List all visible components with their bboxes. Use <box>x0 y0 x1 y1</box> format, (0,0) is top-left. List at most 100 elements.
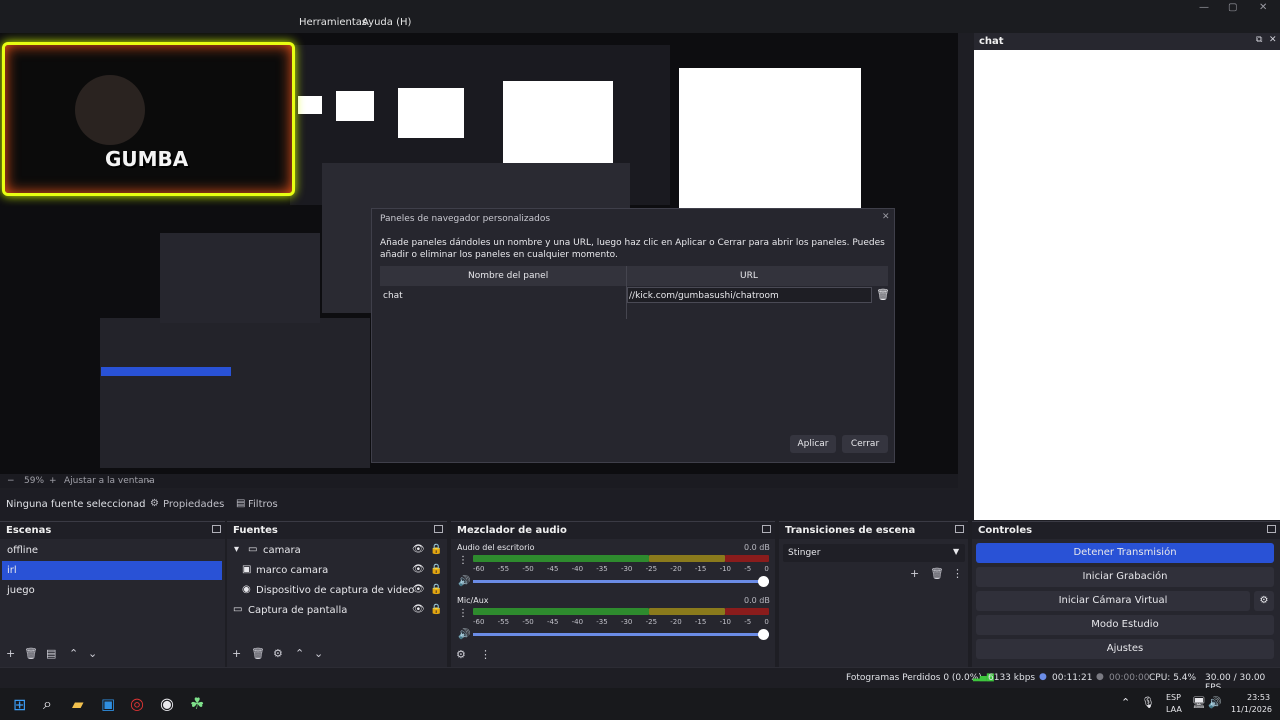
zoom-out-icon[interactable]: − <box>7 476 15 486</box>
display-icon: ▭ <box>233 604 243 615</box>
transition-value: Stinger <box>788 548 821 558</box>
settings-button[interactable]: Ajustes <box>976 639 1274 659</box>
chevron-down-icon[interactable]: ⌄ <box>145 475 153 485</box>
scene-item[interactable]: irl <box>7 565 17 576</box>
eye-icon[interactable]: 👁 <box>412 564 425 575</box>
source-item[interactable]: marco camara <box>256 565 328 576</box>
source-toolbar: Ninguna fuente seleccionad ⚙ Propiedades… <box>0 490 972 520</box>
source-item[interactable]: camara <box>263 545 301 556</box>
filter-icon[interactable]: ▤ <box>236 498 245 509</box>
opera-icon[interactable]: ◎ <box>130 694 144 713</box>
volume-slider-handle[interactable] <box>758 576 769 587</box>
apply-button[interactable]: Aplicar <box>790 435 836 453</box>
filter-icon[interactable]: ▤ <box>46 647 56 660</box>
gear-icon[interactable]: ⚙ <box>273 647 283 660</box>
language-code[interactable]: ESP <box>1166 693 1181 702</box>
lock-icon[interactable]: 🔒 <box>430 544 442 555</box>
clock-date[interactable]: 11/1/2026 <box>1231 705 1272 714</box>
kebab-menu-icon[interactable]: ⋮ <box>458 608 468 619</box>
lock-icon[interactable]: 🔒 <box>430 584 442 595</box>
kebab-menu-icon[interactable]: ⋮ <box>952 567 963 580</box>
speaker-icon[interactable]: 🔊 <box>458 576 470 587</box>
stream-time: 00:11:21 <box>1052 673 1093 683</box>
close-icon[interactable]: ✕ <box>882 212 890 222</box>
move-down-icon[interactable]: ⌄ <box>314 647 323 660</box>
scene-item-selected[interactable] <box>2 561 222 580</box>
minimize-icon[interactable]: — <box>1199 2 1209 13</box>
close-button[interactable]: Cerrar <box>842 435 888 453</box>
move-down-icon[interactable]: ⌄ <box>88 647 97 660</box>
sources-dock: Fuentes ▾ ▭ camara ▣ marco camara ◉ Disp… <box>227 521 447 667</box>
float-icon[interactable]: ⧉ <box>1256 35 1262 45</box>
float-icon[interactable] <box>955 525 964 533</box>
float-icon[interactable] <box>212 525 221 533</box>
photos-icon[interactable]: ▣ <box>101 695 115 713</box>
source-item[interactable]: Captura de pantalla <box>248 605 347 616</box>
gear-icon[interactable]: ⚙ <box>1254 591 1274 611</box>
add-icon[interactable]: + <box>910 567 919 580</box>
float-icon[interactable] <box>1267 525 1276 533</box>
chevron-down-icon[interactable]: ▼ <box>953 547 959 556</box>
channel-name: Audio del escritorio <box>457 543 535 552</box>
meter-green <box>473 608 649 615</box>
trash-icon[interactable]: 🗑 <box>930 567 944 580</box>
volume-slider-handle[interactable] <box>758 629 769 640</box>
volume-slider[interactable] <box>473 580 769 583</box>
panel-name-cell[interactable]: chat <box>383 291 403 301</box>
trash-icon[interactable]: 🗑 <box>251 647 265 660</box>
dialog-title: Paneles de navegador personalizados <box>380 214 551 224</box>
float-icon[interactable] <box>762 525 771 533</box>
properties-button[interactable]: Propiedades <box>163 499 224 510</box>
trash-icon[interactable]: 🗑 <box>876 288 890 301</box>
maximize-icon[interactable]: ▢ <box>1228 2 1237 13</box>
zoom-in-icon[interactable]: + <box>49 476 57 486</box>
advanced-audio-icon[interactable]: ⚙ <box>456 648 466 661</box>
transitions-title: Transiciones de escena <box>779 522 968 539</box>
clock-time[interactable]: 23:53 <box>1247 693 1270 702</box>
lock-icon[interactable]: 🔒 <box>430 604 442 615</box>
close-icon[interactable]: ✕ <box>1259 2 1267 13</box>
start-recording-button[interactable]: Iniciar Grabación <box>976 567 1274 587</box>
close-icon[interactable]: ✕ <box>1269 35 1277 45</box>
menu-herramientas[interactable]: Herramientas <box>299 17 367 28</box>
network-icon[interactable]: 🖥 <box>1192 696 1206 709</box>
studio-mode-button[interactable]: Modo Estudio <box>976 615 1274 635</box>
cpu-usage: CPU: 5.4% <box>1149 673 1197 683</box>
scene-item[interactable]: juego <box>7 585 35 596</box>
audio-mixer-dock: Mezclador de audio Audio del escritorio … <box>451 521 775 667</box>
filters-button[interactable]: Filtros <box>248 499 278 510</box>
keyboard-layout[interactable]: LAA <box>1166 705 1182 714</box>
scene-item[interactable]: offline <box>7 545 38 556</box>
float-icon[interactable] <box>434 525 443 533</box>
eye-icon[interactable]: 👁 <box>412 584 425 595</box>
stop-streaming-button[interactable]: Detener Transmisión <box>976 543 1274 563</box>
microphone-icon[interactable]: 🎙 <box>1141 696 1155 709</box>
start-virtual-camera-button[interactable]: Iniciar Cámara Virtual <box>976 591 1250 611</box>
add-icon[interactable]: + <box>6 647 15 660</box>
eye-icon[interactable]: 👁 <box>412 544 425 555</box>
search-icon[interactable]: ⌕ <box>43 694 52 714</box>
app-icon[interactable]: ☘ <box>190 694 204 713</box>
move-up-icon[interactable]: ⌃ <box>295 647 304 660</box>
chevron-down-icon[interactable]: ▾ <box>234 544 239 555</box>
menu-ayuda[interactable]: Ayuda (H) <box>362 17 411 28</box>
lock-icon[interactable]: 🔒 <box>430 564 442 575</box>
gear-icon[interactable]: ⚙ <box>150 498 159 509</box>
speaker-icon[interactable]: 🔊 <box>458 629 470 640</box>
record-icon: ● <box>1096 672 1104 682</box>
file-explorer-icon[interactable]: ▰ <box>72 695 84 713</box>
chevron-up-icon[interactable]: ⌃ <box>1121 696 1130 709</box>
source-item[interactable]: Dispositivo de captura de video <box>256 585 414 596</box>
kebab-menu-icon[interactable]: ⋮ <box>480 648 491 661</box>
windows-start-icon[interactable]: ⊞ <box>13 695 26 714</box>
volume-icon[interactable]: 🔊 <box>1208 696 1222 709</box>
volume-slider[interactable] <box>473 633 769 636</box>
obs-icon[interactable]: ◉ <box>160 694 174 713</box>
stream-icon: ● <box>1039 672 1047 682</box>
fit-to-window[interactable]: Ajustar a la ventana <box>64 476 155 486</box>
trash-icon[interactable]: 🗑 <box>24 647 38 660</box>
kebab-menu-icon[interactable]: ⋮ <box>458 555 468 566</box>
move-up-icon[interactable]: ⌃ <box>69 647 78 660</box>
eye-icon[interactable]: 👁 <box>412 604 425 615</box>
add-icon[interactable]: + <box>232 647 241 660</box>
